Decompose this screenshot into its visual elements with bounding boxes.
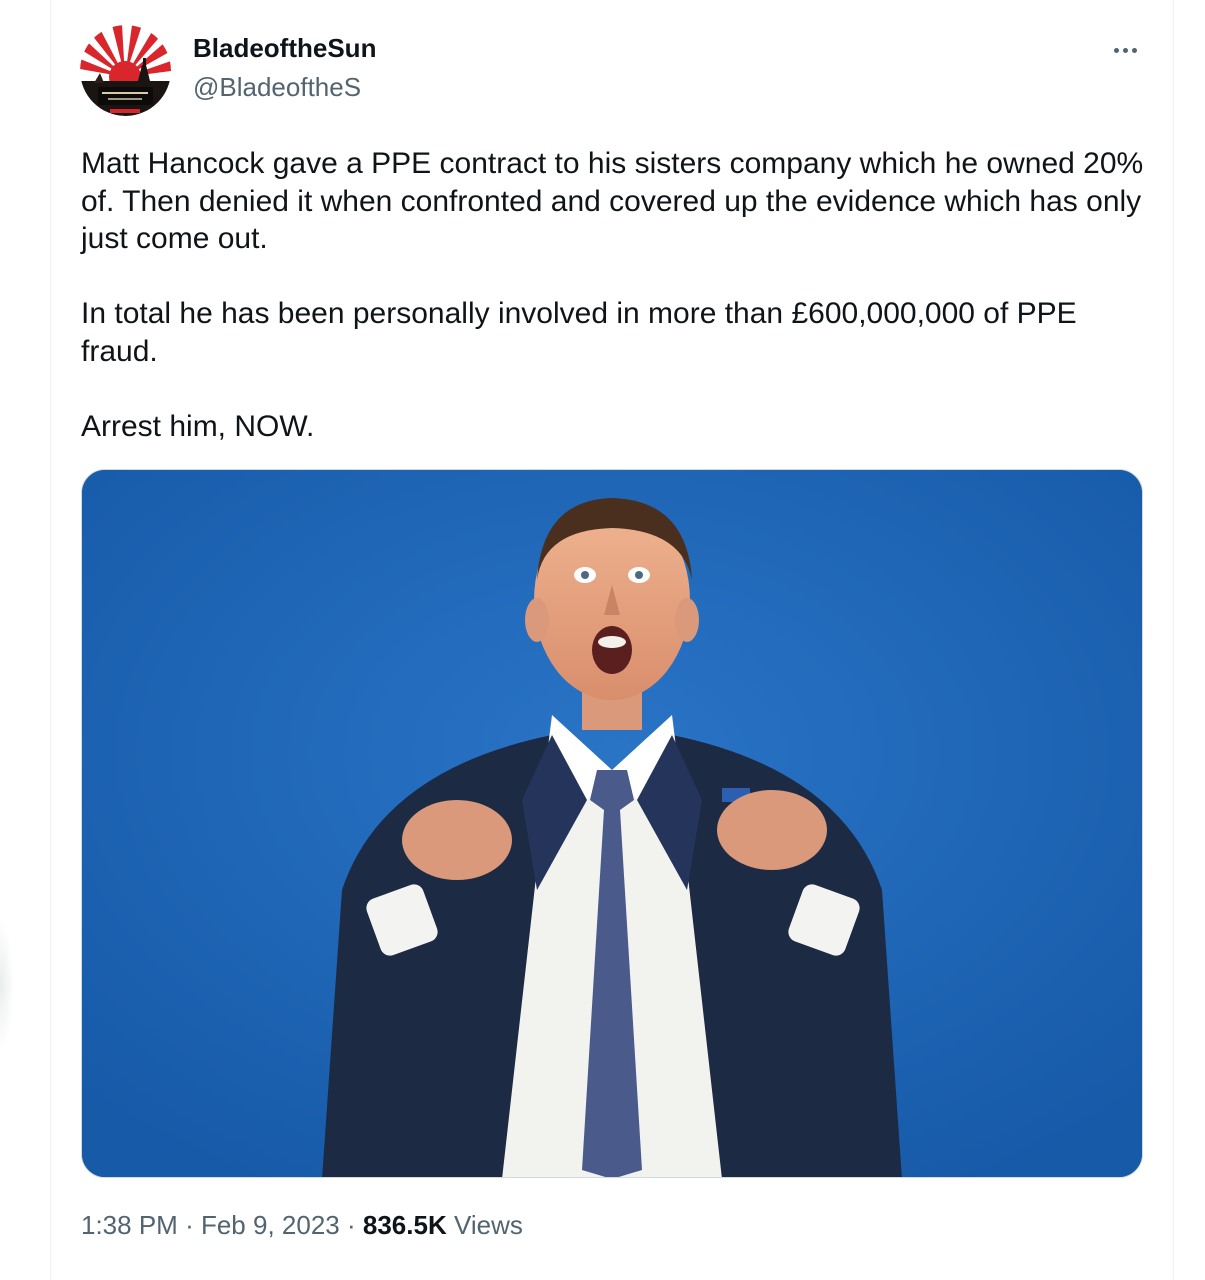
- more-options-button[interactable]: [1100, 30, 1150, 70]
- photo-man-surprised-icon: [82, 470, 1142, 1177]
- meta-separator: ·: [346, 1210, 356, 1240]
- tweet-meta: 1:38 PM · Feb 9, 2023 · 836.5K Views: [81, 1210, 523, 1241]
- author-display-name[interactable]: BladeoftheSun: [193, 33, 376, 64]
- views-count[interactable]: 836.5K: [363, 1210, 447, 1240]
- more-options-icon: [1113, 47, 1119, 53]
- timeline-border-right: [1173, 0, 1174, 1280]
- meta-separator: ·: [185, 1210, 194, 1240]
- timeline-border-left: [50, 0, 51, 1280]
- tweet-paragraph: Matt Hancock gave a PPE contract to his …: [81, 147, 1144, 255]
- avatar[interactable]: [80, 25, 171, 116]
- scroll-shadow: [0, 920, 14, 1050]
- author-handle[interactable]: @BladeoftheS: [193, 72, 361, 103]
- tweet-date[interactable]: Feb 9, 2023: [201, 1210, 340, 1240]
- more-options-icon-dot: [1122, 47, 1128, 53]
- views-label: Views: [453, 1210, 523, 1240]
- tweet-time[interactable]: 1:38 PM: [81, 1210, 178, 1240]
- rising-sun-avatar-icon: [80, 25, 171, 116]
- tweet-paragraph: Arrest him, NOW.: [81, 409, 315, 443]
- tweet-photo[interactable]: [81, 469, 1143, 1178]
- tweet-page: BladeoftheSun @BladeoftheS Matt Hancock …: [0, 0, 1205, 1280]
- more-options-icon-dot: [1131, 47, 1137, 53]
- tweet-paragraph: In total he has been personally involved…: [81, 297, 1077, 368]
- tweet-text: Matt Hancock gave a PPE contract to his …: [81, 145, 1156, 445]
